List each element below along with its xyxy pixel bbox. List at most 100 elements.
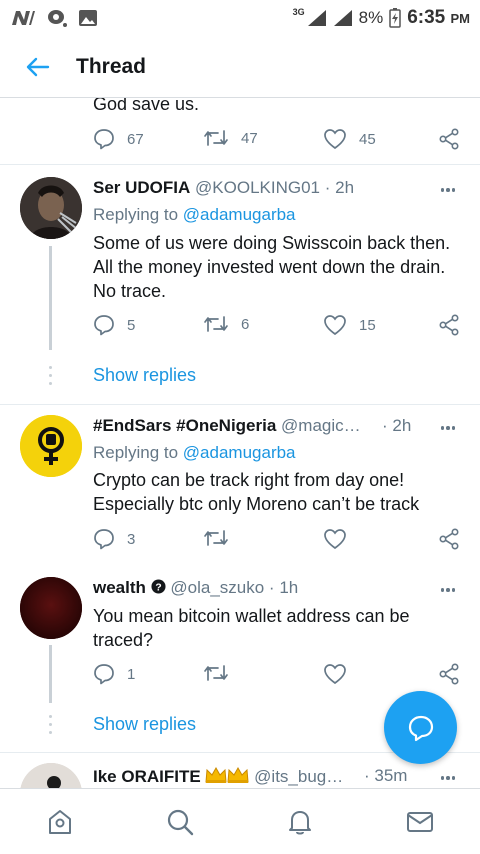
share-icon [439,128,459,150]
separator-dot: · [268,578,280,597]
tweet-meta: #EndSars #OneNigeria @magic… [93,416,380,436]
show-replies-link[interactable]: Show replies [93,365,196,386]
reply-button[interactable]: 5 [93,314,135,336]
author-name[interactable]: Ser UDOFIA [93,178,190,197]
like-count: 15 [359,316,376,334]
share-button[interactable] [438,128,460,150]
author-handle[interactable]: @ola_szuko [170,578,264,597]
tab-search[interactable] [120,789,240,854]
network-type: 3G [292,7,305,17]
author-name[interactable]: #EndSars #OneNigeria [93,416,276,435]
avatar[interactable] [20,577,82,639]
signal-icon [333,10,352,26]
tweet-more-button[interactable] [438,768,458,788]
compose-reply-button[interactable] [384,691,457,764]
crown-emoji-icon [227,766,249,783]
tweet-body: You mean bitcoin wallet address can be t… [93,606,410,650]
tweet-meta: wealth ? @ola_szuko · 1h [93,578,420,598]
reply-button[interactable]: 1 [93,663,135,685]
share-button[interactable] [438,528,460,550]
retweet-icon [204,665,228,681]
reply-icon [94,529,114,550]
tweet-time: 2h [392,416,412,435]
back-button[interactable] [0,36,76,98]
show-replies-link[interactable]: Show replies [93,714,196,735]
reply-count: 5 [127,316,136,334]
like-button[interactable]: 15 [323,314,376,336]
author-handle[interactable]: @its_bug… [254,767,343,786]
retweet-button[interactable] [203,528,241,548]
tweet-time: 1h [279,578,299,597]
tweet-more-button[interactable] [438,180,458,200]
clock-time: 6:35 [407,7,446,28]
reply-count: 1 [127,665,136,683]
clock-ampm: PM [450,11,471,26]
retweet-button[interactable]: 6 [203,314,249,334]
avatar[interactable] [20,177,82,239]
avatar-photo [20,763,82,788]
tweet-time-wrap: · 2h [382,416,411,436]
back-arrow-icon [26,57,50,76]
author-name[interactable]: Ike ORAIFITE [93,767,201,786]
replying-to-handle[interactable]: @adamugarba [183,443,296,462]
thread-feed[interactable]: God save us. 67 47 45 Ser UDOFIA @KOOLKI… [0,98,480,788]
retweet-icon [204,316,228,332]
tweet-more-button[interactable] [438,580,458,600]
bottom-tab-bar [0,788,480,854]
share-button[interactable] [438,663,460,685]
separator-dot: · [382,416,393,435]
avatar[interactable] [20,763,82,788]
tweet-body: Some of us were doing Swisscoin back the… [93,233,451,301]
messages-envelope-icon [407,811,433,832]
thread-connector [49,645,52,703]
author-name[interactable]: wealth [93,578,146,597]
retweet-button[interactable] [203,663,241,683]
share-icon [439,528,459,550]
retweet-button[interactable]: 47 [203,128,258,148]
like-button[interactable] [323,528,359,550]
reply-count: 3 [127,530,136,548]
tweet[interactable]: #EndSars #OneNigeria @magic… · 2h Replyi… [0,405,480,567]
share-icon [439,663,459,685]
share-button[interactable] [438,314,460,336]
heart-icon [324,529,346,550]
reply-count: 67 [127,130,144,148]
heart-icon [324,129,346,150]
replying-to-prefix: Replying to [93,205,179,224]
retweet-count: 6 [241,315,250,333]
like-button[interactable] [323,663,359,685]
thread-gap-dots [48,715,53,739]
separator-dot: · [364,766,375,785]
crown-emoji-icon [205,766,227,783]
tweet[interactable]: Ser UDOFIA @KOOLKING01 · 2h Replying to … [0,164,480,404]
tweet-actions: 3 [93,528,460,552]
like-button[interactable]: 45 [323,128,376,150]
tweet-more-button[interactable] [438,418,458,438]
tab-notifications[interactable] [240,789,360,854]
notifications-bell-icon [289,810,311,834]
tab-home[interactable] [0,789,120,854]
reply-button[interactable]: 67 [93,128,144,150]
verified-badge-icon: ? [151,579,166,594]
tweet-top[interactable]: God save us. 67 47 45 [0,98,480,164]
n-logo-icon [12,11,35,25]
tweet-body: God save us. [93,98,200,114]
tweet-meta: Ser UDOFIA @KOOLKING01 · 2h [93,178,420,198]
tweet-actions: 67 47 45 [93,128,460,152]
avatar[interactable] [20,415,82,477]
author-handle[interactable]: @KOOLKING01 [195,178,320,197]
replying-to-handle[interactable]: @adamugarba [183,205,296,224]
clock: 6:35 PM [407,7,470,29]
reply-icon [94,129,114,150]
tweet-actions: 5 6 15 [93,314,460,338]
avatar-photo [20,577,82,639]
replying-to: Replying to @adamugarba [93,205,296,225]
heart-icon [324,664,346,685]
reply-button[interactable]: 3 [93,528,135,550]
like-count: 45 [359,130,376,148]
retweet-icon [204,530,228,546]
tab-messages[interactable] [360,789,480,854]
battery-percent: 8% [358,8,384,27]
author-handle[interactable]: @magic… [281,416,361,435]
battery-charging-icon [389,8,401,28]
